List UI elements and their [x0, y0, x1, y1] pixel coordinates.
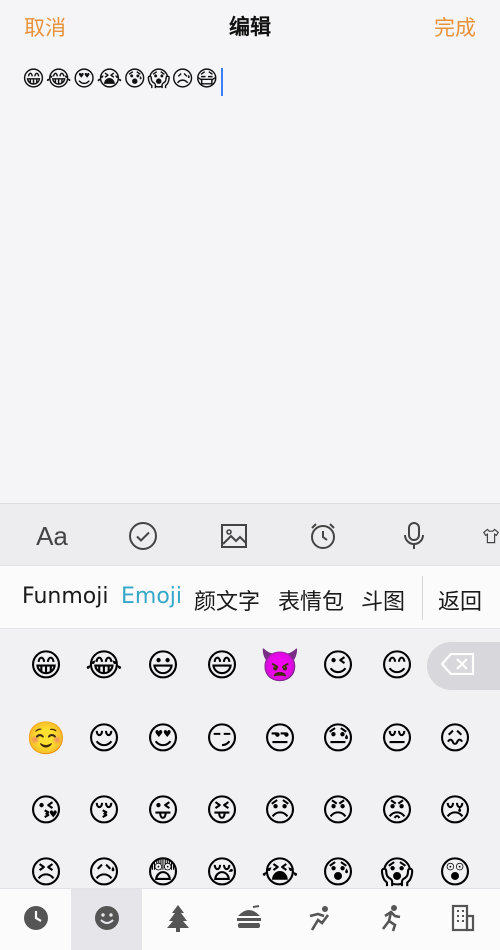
emoji-key[interactable]: 😚	[84, 790, 124, 830]
backspace-icon	[440, 652, 475, 679]
emoji-key[interactable]: 😠	[318, 790, 358, 830]
image-icon[interactable]	[218, 520, 250, 552]
emoji-key[interactable]: 😊	[377, 645, 417, 685]
emoji-key[interactable]: 😱	[377, 852, 417, 888]
tab-doutu[interactable]: 斗图	[361, 584, 405, 616]
checkmark-circle-icon[interactable]	[127, 520, 159, 552]
tab-emoji[interactable]: Emoji	[121, 584, 182, 609]
emoji-key[interactable]: 😒	[260, 718, 300, 758]
emoji-key[interactable]: 😢	[435, 790, 475, 830]
category-smileys[interactable]	[71, 889, 142, 950]
tab-stickers[interactable]: 表情包	[278, 584, 344, 616]
emoji-key[interactable]: 😄	[202, 645, 242, 685]
emoji-key[interactable]: 😣	[26, 852, 66, 888]
emoji-key[interactable]: 😉	[318, 645, 358, 685]
running-icon	[377, 904, 405, 936]
text-editor[interactable]: 😁😂😍😭😰😱😥😷	[22, 60, 482, 100]
font-format-label: Aa	[36, 520, 68, 551]
emoji-key[interactable]: 😁	[26, 645, 66, 685]
emoji-key[interactable]: 😔	[377, 718, 417, 758]
tab-divider	[422, 576, 423, 620]
emoji-key[interactable]: 😜	[143, 790, 183, 830]
emoji-key[interactable]: ☺️	[26, 718, 66, 758]
clock-icon	[23, 905, 49, 935]
emoji-key[interactable]: 😖	[435, 718, 475, 758]
emoji-key[interactable]: 😭	[260, 852, 300, 888]
keyboard-tabs: Funmoji Emoji 颜文字 表情包 斗图 返回	[0, 565, 500, 629]
category-recent[interactable]	[0, 889, 71, 950]
nav-bar: 取消 编辑 完成	[0, 0, 500, 52]
emoji-category-bar	[0, 888, 500, 950]
tab-kaomoji[interactable]: 颜文字	[194, 584, 260, 616]
emoji-grid: 😁 😂 😃 😄 👿 😉 😊 ☺️ 😌 😍 😏 😒 😓 😔 😖 😘 😚 😜 😝 😞 😠 😡 😢 😣 😥 😨 😪 😭 😰 😱 😲	[0, 630, 500, 888]
burger-icon	[235, 905, 263, 935]
emoji-key[interactable]: 😃	[143, 645, 183, 685]
tree-icon	[165, 904, 191, 936]
emoji-key[interactable]: 😰	[318, 852, 358, 888]
emoji-key[interactable]: 😘	[26, 790, 66, 830]
editor-content: 😁😂😍😭😰😱😥😷	[22, 67, 220, 92]
text-caret	[221, 67, 224, 96]
emoji-key[interactable]: 😌	[84, 718, 124, 758]
back-button[interactable]: 返回	[438, 584, 482, 616]
sports-icon	[306, 904, 334, 936]
category-objects[interactable]	[426, 889, 497, 950]
shirt-icon[interactable]	[482, 520, 500, 552]
building-icon	[449, 904, 475, 936]
emoji-key[interactable]: 😓	[318, 718, 358, 758]
emoji-key[interactable]: 😏	[202, 718, 242, 758]
emoji-key[interactable]: 😡	[377, 790, 417, 830]
category-travel[interactable]	[355, 889, 426, 950]
category-nature[interactable]	[142, 889, 213, 950]
tab-funmoji[interactable]: Funmoji	[22, 584, 108, 609]
done-button[interactable]: 完成	[434, 12, 476, 42]
font-format-button[interactable]: Aa	[36, 520, 68, 552]
emoji-key[interactable]: 😪	[202, 852, 242, 888]
category-food[interactable]	[213, 889, 284, 950]
emoji-key[interactable]: 😂	[84, 645, 124, 685]
smiley-icon	[94, 905, 120, 935]
emoji-key[interactable]: 😞	[260, 790, 300, 830]
emoji-key[interactable]: 😍	[143, 718, 183, 758]
emoji-key[interactable]: 😨	[143, 852, 183, 888]
category-activity[interactable]	[284, 889, 355, 950]
delete-key[interactable]	[427, 642, 500, 690]
alarm-clock-icon[interactable]	[307, 520, 339, 552]
editor-toolbar: Aa	[0, 503, 500, 565]
emoji-key[interactable]: 👿	[260, 645, 300, 685]
emoji-key[interactable]: 😝	[202, 790, 242, 830]
emoji-key[interactable]: 😲	[435, 852, 475, 888]
microphone-icon[interactable]	[398, 520, 430, 552]
emoji-key[interactable]: 😥	[84, 852, 124, 888]
page-title: 编辑	[229, 15, 271, 39]
